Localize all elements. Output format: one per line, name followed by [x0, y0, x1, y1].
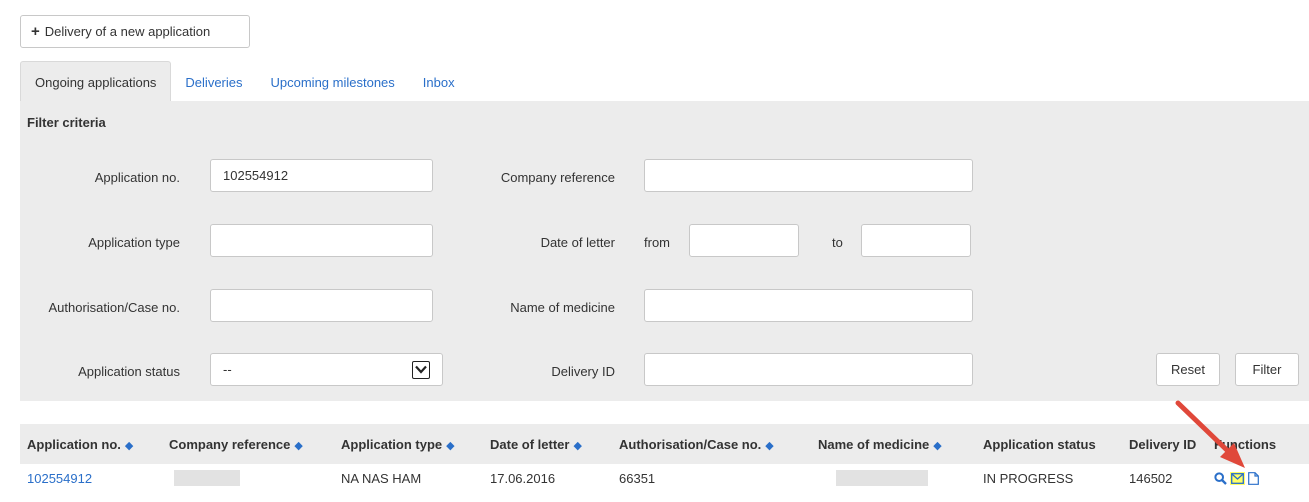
- delivery-id-input[interactable]: [644, 353, 973, 386]
- company-reference-cell: [162, 470, 334, 487]
- date-of-letter-label: Date of letter: [540, 235, 615, 250]
- to-label: to: [832, 235, 843, 250]
- company-reference-input[interactable]: [644, 159, 973, 192]
- application-status-select[interactable]: --: [210, 353, 443, 386]
- company-reference-label: Company reference: [500, 170, 615, 185]
- tab-deliveries[interactable]: Deliveries: [171, 62, 256, 102]
- column-header-authorisation-no[interactable]: Authorisation/Case no. ◆: [612, 437, 811, 452]
- filter-button[interactable]: Filter: [1235, 353, 1299, 386]
- column-header-application-status: Application status: [983, 436, 1096, 452]
- column-header-company-reference[interactable]: Company reference ◆: [162, 437, 334, 452]
- column-header-application-type[interactable]: Application type ◆: [334, 437, 483, 452]
- name-of-medicine-cell: [811, 470, 976, 487]
- results-table: Application no. ◆ Company reference ◆ Appl…: [20, 424, 1309, 492]
- tab-ongoing-applications[interactable]: Ongoing applications: [20, 61, 172, 102]
- sort-icon[interactable]: ◆: [294, 440, 302, 452]
- application-no-input[interactable]: 102554912: [210, 159, 433, 192]
- date-from-input[interactable]: [689, 224, 799, 257]
- application-status-cell: IN PROGRESS: [983, 470, 1074, 486]
- plus-icon: +: [31, 23, 40, 40]
- column-header-name-of-medicine[interactable]: Name of medicine ◆: [811, 437, 976, 452]
- reset-button[interactable]: Reset: [1156, 353, 1220, 386]
- tab-inbox[interactable]: Inbox: [409, 62, 469, 102]
- filter-title: Filter criteria: [27, 115, 106, 130]
- new-application-button[interactable]: + Delivery of a new application: [20, 15, 250, 48]
- application-status-label: Application status: [78, 364, 180, 379]
- application-type-cell: NA NAS HAM: [341, 470, 422, 486]
- name-of-medicine-label: Name of medicine: [510, 300, 615, 315]
- redacted-medicine-name: [836, 470, 928, 487]
- tab-upcoming-milestones[interactable]: Upcoming milestones: [257, 62, 409, 102]
- authorisation-label: Authorisation/Case no.: [48, 300, 180, 315]
- application-status-value: --: [223, 362, 232, 377]
- date-to-input[interactable]: [861, 224, 971, 257]
- sort-icon[interactable]: ◆: [446, 440, 454, 452]
- from-label: from: [644, 235, 670, 250]
- delivery-id-label: Delivery ID: [551, 364, 615, 379]
- table-header: Application no. ◆ Company reference ◆ Appl…: [20, 424, 1309, 464]
- sort-icon[interactable]: ◆: [765, 440, 773, 452]
- name-of-medicine-input[interactable]: [644, 289, 973, 322]
- filter-panel: Filter criteria Application no. 10255491…: [20, 101, 1309, 401]
- date-of-letter-cell: 17.06.2016: [490, 470, 556, 486]
- column-header-application-no[interactable]: Application no. ◆: [20, 437, 162, 452]
- redacted-company-reference: [174, 470, 240, 487]
- sort-icon[interactable]: ◆: [573, 440, 581, 452]
- application-type-input[interactable]: [210, 224, 433, 257]
- authorisation-input[interactable]: [210, 289, 433, 322]
- table-row: 102554912 NA NAS HAM 17.06.2016 66351 IN…: [20, 464, 1309, 492]
- column-header-date-of-letter[interactable]: Date of letter ◆: [483, 437, 612, 452]
- application-no-label: Application no.: [94, 170, 180, 185]
- red-arrow: [1175, 400, 1245, 468]
- sort-icon[interactable]: ◆: [125, 440, 133, 452]
- sort-icon[interactable]: ◆: [933, 440, 941, 452]
- authorisation-no-cell: 66351: [619, 470, 656, 486]
- application-no-link[interactable]: 102554912: [27, 471, 92, 486]
- application-type-label: Application type: [88, 235, 180, 250]
- new-application-label: Delivery of a new application: [44, 24, 211, 39]
- tab-bar: Ongoing applications Deliveries Upcoming…: [20, 61, 1309, 102]
